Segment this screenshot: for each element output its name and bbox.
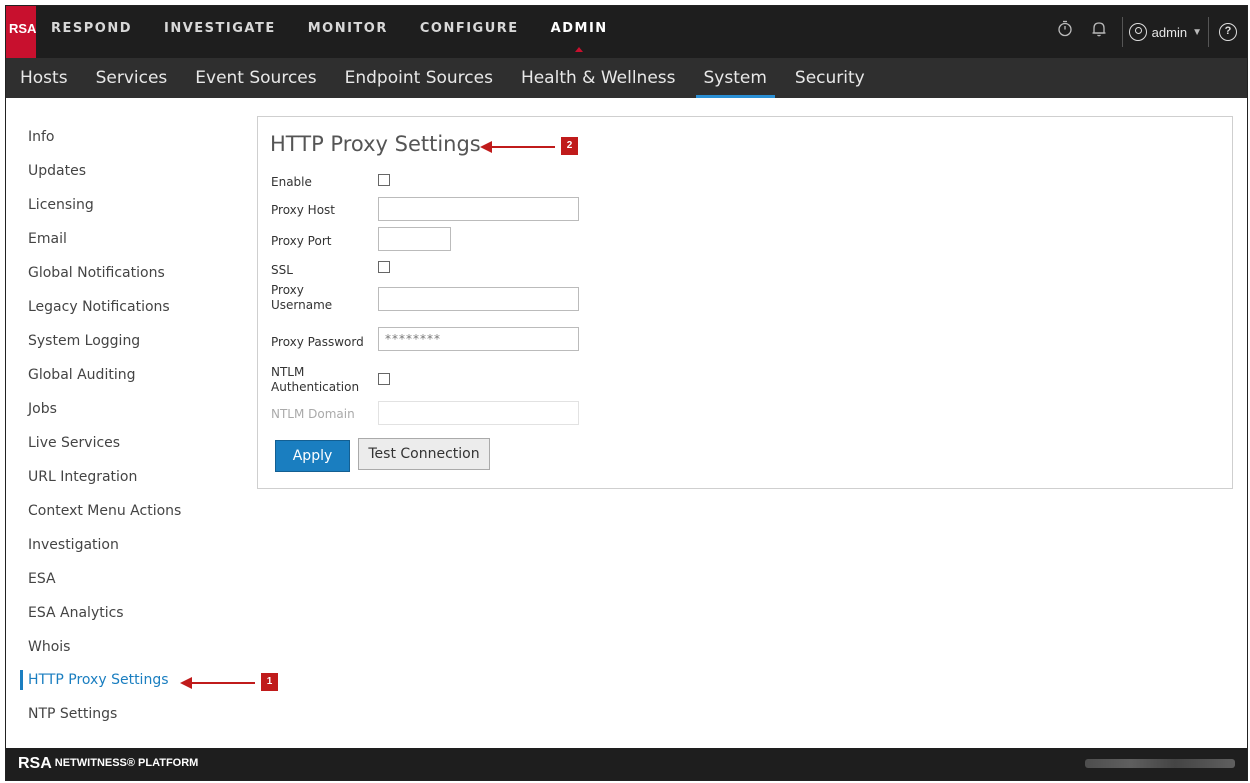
proxy-username-label-line1: Proxy [271,283,304,297]
tab-event-sources[interactable]: Event Sources [193,58,318,98]
proxy-host-input[interactable] [378,197,579,221]
proxy-host-label: Proxy Host [271,203,336,217]
version-info-redacted [1085,759,1235,768]
netwitness-logo: RSA NETWITNESS® PLATFORM [18,755,198,773]
sidebar-item-global-notifications[interactable]: Global Notifications [28,265,165,281]
sub-nav: Hosts Services Event Sources Endpoint So… [6,58,1247,98]
nav-respond[interactable]: RESPOND [51,6,132,58]
ssl-label: SSL [271,263,293,277]
footer-logo-rsa: RSA [18,755,52,772]
divider [1208,17,1209,47]
proxy-port-label: Proxy Port [271,234,332,248]
tab-services[interactable]: Services [94,58,170,98]
enable-label: Enable [271,175,312,189]
user-icon [1128,23,1147,41]
sidebar-item-investigation[interactable]: Investigation [28,537,119,553]
ntlm-auth-label: NTLM Authentication [271,365,359,395]
ssl-checkbox[interactable] [378,261,390,273]
sidebar-item-email[interactable]: Email [28,231,67,247]
footer: RSA NETWITNESS® PLATFORM [6,748,1247,780]
test-connection-button[interactable]: Test Connection [358,438,490,470]
sidebar-item-licensing[interactable]: Licensing [28,197,94,213]
nav-monitor[interactable]: MONITOR [308,6,388,58]
nav-admin[interactable]: ADMIN [551,6,608,58]
proxy-password-input[interactable]: ******** [378,327,579,351]
proxy-username-input[interactable] [378,287,579,311]
user-menu[interactable]: admin ▼ [1128,23,1202,41]
stopwatch-icon[interactable] [1048,17,1082,47]
page-title: HTTP Proxy Settings [270,132,481,156]
sidebar-item-whois[interactable]: Whois [28,639,70,655]
proxy-username-label-line2: Username [271,298,333,312]
callout-arrow-2 [480,141,555,153]
sidebar-item-info[interactable]: Info [28,129,55,145]
apply-button[interactable]: Apply [275,440,350,472]
divider [1121,17,1123,47]
sidebar-item-global-auditing[interactable]: Global Auditing [28,367,135,383]
ntlm-domain-label: NTLM Domain [271,407,355,421]
nav-configure[interactable]: CONFIGURE [420,6,519,58]
tab-endpoint-sources[interactable]: Endpoint Sources [343,58,495,98]
footer-logo-sub: NETWITNESS® PLATFORM [54,757,199,769]
ntlm-domain-input [378,401,579,425]
sidebar-item-ntp-settings[interactable]: NTP Settings [28,706,117,722]
nav-investigate[interactable]: INVESTIGATE [164,6,276,58]
sidebar-item-esa[interactable]: ESA [28,571,56,587]
proxy-port-input[interactable] [378,227,451,251]
ntlm-auth-label-line2: Authentication [271,380,360,394]
ntlm-auth-label-line1: NTLM [271,365,305,379]
sidebar-item-legacy-notifications[interactable]: Legacy Notifications [28,299,170,315]
sidebar-item-esa-analytics[interactable]: ESA Analytics [28,605,124,621]
active-indicator [20,670,23,690]
tab-system[interactable]: System [695,58,776,98]
callout-badge-1: 1 [261,673,278,691]
username: admin [1151,24,1188,40]
sidebar: Info Updates Licensing Email Global Noti… [6,98,278,748]
top-right-controls: admin ▼ ? [1048,6,1247,58]
sidebar-item-jobs[interactable]: Jobs [28,401,57,417]
sidebar-item-url-integration[interactable]: URL Integration [28,469,137,485]
main-nav: RESPOND INVESTIGATE MONITOR CONFIGURE AD… [51,6,640,58]
top-bar: RSA RESPOND INVESTIGATE MONITOR CONFIGUR… [6,6,1247,58]
sidebar-item-context-menu-actions[interactable]: Context Menu Actions [28,503,181,519]
http-proxy-panel: HTTP Proxy Settings 2 Enable Proxy Host … [257,116,1233,489]
tab-health-wellness[interactable]: Health & Wellness [519,58,678,98]
callout-arrow-1 [180,677,255,689]
sidebar-item-updates[interactable]: Updates [28,163,86,179]
enable-checkbox[interactable] [378,174,390,186]
rsa-logo[interactable]: RSA [6,6,36,58]
sidebar-item-system-logging[interactable]: System Logging [28,333,140,349]
sidebar-item-http-proxy-settings[interactable]: HTTP Proxy Settings [28,672,169,688]
ntlm-auth-checkbox[interactable] [378,373,390,385]
app-window: RSA RESPOND INVESTIGATE MONITOR CONFIGUR… [5,5,1248,781]
help-icon[interactable]: ? [1219,23,1237,41]
callout-badge-2: 2 [561,137,578,155]
tab-hosts[interactable]: Hosts [18,58,70,98]
chevron-down-icon: ▼ [1192,26,1202,38]
bell-icon[interactable] [1082,17,1116,47]
sidebar-item-live-services[interactable]: Live Services [28,435,120,451]
rsa-logo-text: RSA [9,21,37,36]
proxy-password-label: Proxy Password [271,335,364,349]
tab-security[interactable]: Security [793,58,867,98]
proxy-username-label: Proxy Username [271,283,332,313]
